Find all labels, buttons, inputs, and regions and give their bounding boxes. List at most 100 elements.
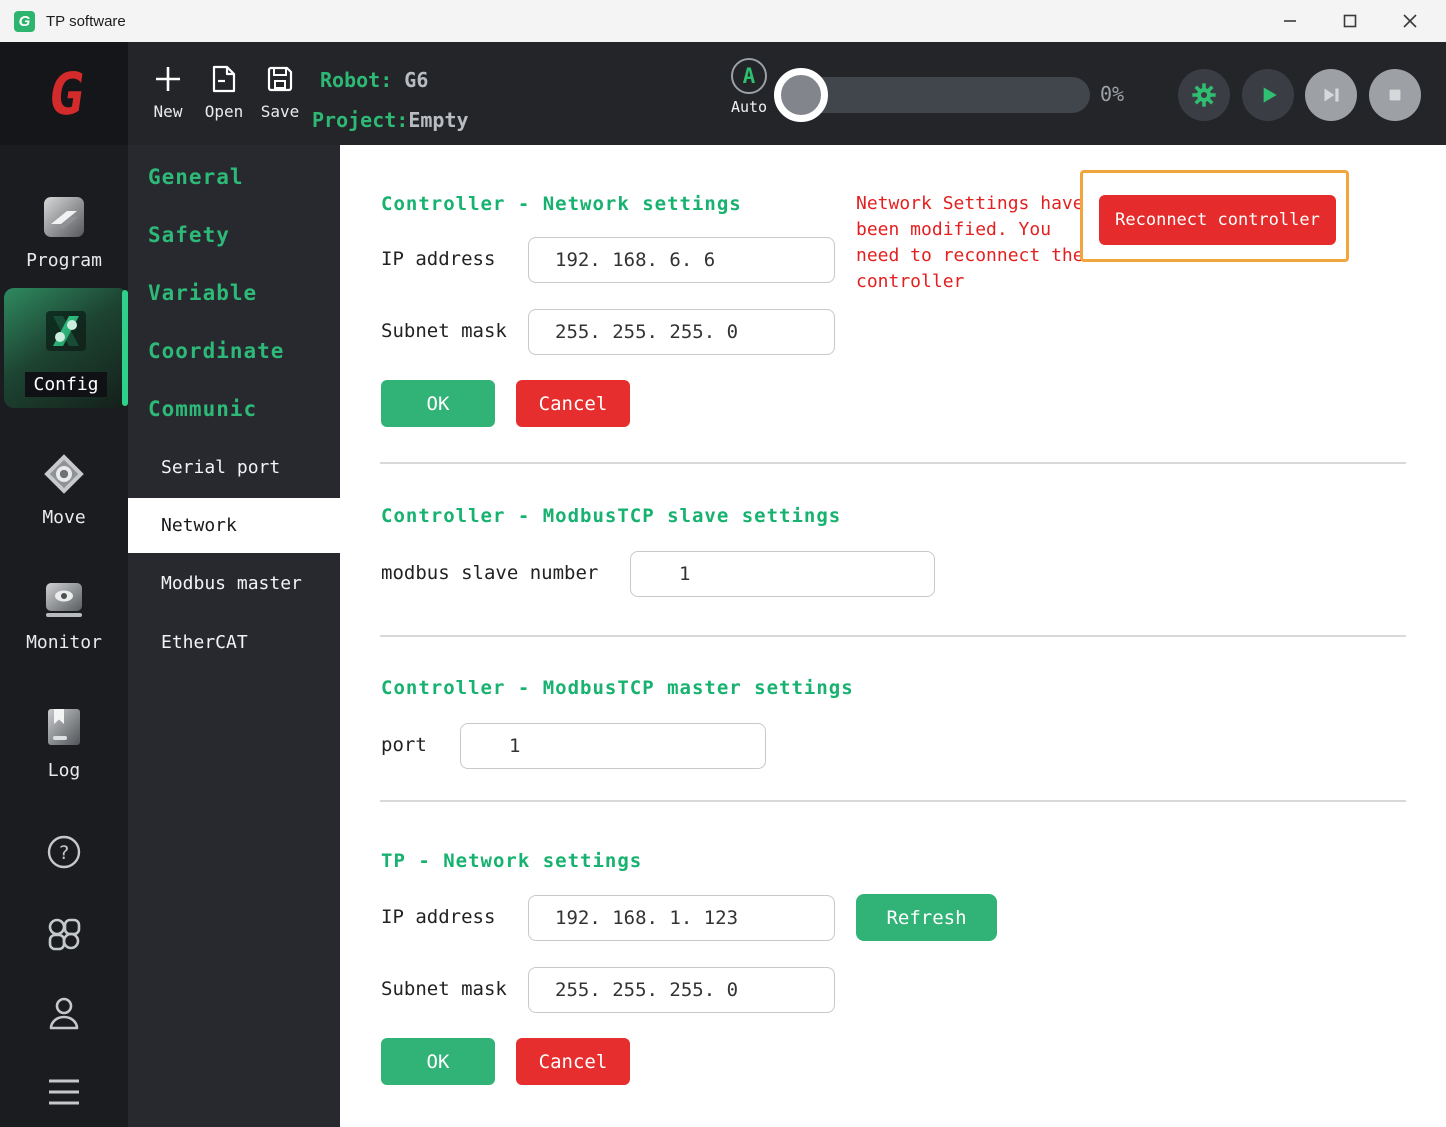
reconnect-highlight-box: Reconnect controller: [1080, 170, 1349, 262]
minimize-button[interactable]: [1260, 0, 1320, 42]
svg-text:?: ?: [58, 842, 69, 864]
tp-subnet-mask-label: Subnet mask: [381, 978, 507, 1000]
subnet-mask-label: Subnet mask: [381, 320, 507, 342]
modbus-slave-number-label: modbus slave number: [381, 562, 598, 584]
menu-item-safety[interactable]: Safety: [148, 223, 230, 247]
sidebar-item-monitor[interactable]: Monitor: [0, 572, 128, 653]
monitor-icon: [37, 572, 91, 626]
help-button[interactable]: ?: [0, 832, 128, 872]
mode-toggle[interactable]: A Auto: [726, 58, 772, 116]
modbus-slave-title: Controller - ModbusTCP slave settings: [381, 505, 841, 527]
maximize-icon: [1343, 14, 1357, 28]
save-button[interactable]: Save: [250, 64, 310, 121]
section-divider: [380, 635, 1406, 637]
sidebar-item-config[interactable]: Config: [4, 288, 128, 408]
move-icon: [37, 447, 91, 501]
close-icon: [1403, 14, 1417, 28]
minimize-icon: [1283, 14, 1297, 28]
sidebar-item-label: Move: [42, 507, 85, 528]
sidebar-item-label: Monitor: [26, 632, 102, 653]
robot-value: G6: [404, 68, 428, 92]
save-icon: [265, 64, 295, 94]
section-divider: [380, 462, 1406, 464]
app-logo-icon: G: [14, 11, 35, 32]
auto-mode-label: Auto: [726, 98, 772, 116]
close-button[interactable]: [1380, 0, 1440, 42]
titlebar: G TP software: [0, 0, 1446, 42]
network-warning-text: Network Settings have been modified. You…: [856, 191, 1084, 295]
open-button[interactable]: Open: [194, 64, 254, 121]
menu-button[interactable]: [0, 1072, 128, 1112]
project-value: Empty: [408, 108, 468, 132]
sidebar-item-log[interactable]: Log: [0, 700, 128, 781]
ip-address-input[interactable]: [528, 237, 835, 283]
speed-slider[interactable]: [776, 77, 1090, 113]
play-icon: [1255, 82, 1281, 108]
menu-item-ethercat[interactable]: EtherCAT: [161, 632, 248, 653]
apps-button[interactable]: [0, 912, 128, 956]
primary-sidebar: G Program Config: [0, 42, 128, 1127]
reconnect-controller-button[interactable]: Reconnect controller: [1099, 195, 1336, 245]
port-label: port: [381, 734, 427, 756]
stop-button[interactable]: [1369, 69, 1421, 121]
brand-logo-icon: G: [0, 42, 128, 145]
maximize-button[interactable]: [1320, 0, 1380, 42]
menu-item-communic[interactable]: Communic: [148, 397, 257, 421]
app-window: G TP software G Program: [0, 0, 1446, 1127]
window-controls: [1260, 0, 1440, 42]
log-icon: [37, 700, 91, 754]
project-label: Project:: [312, 108, 408, 132]
sidebar-item-label: Program: [26, 250, 102, 271]
controller-network-ok-button[interactable]: OK: [381, 380, 495, 427]
controller-network-title: Controller - Network settings: [381, 193, 742, 215]
tp-ip-address-label: IP address: [381, 906, 495, 928]
open-label: Open: [205, 102, 244, 121]
speed-slider-knob[interactable]: [774, 68, 828, 122]
modbus-master-title: Controller - ModbusTCP master settings: [381, 677, 854, 699]
config-icon: [39, 304, 93, 358]
subnet-mask-input[interactable]: [528, 309, 835, 355]
sidebar-item-label: Config: [25, 372, 106, 397]
tp-network-cancel-button[interactable]: Cancel: [516, 1038, 630, 1085]
menu-item-network[interactable]: Network: [128, 498, 340, 553]
ip-address-label: IP address: [381, 248, 495, 270]
menu-item-modbus-master[interactable]: Modbus master: [161, 573, 302, 594]
stop-icon: [1382, 82, 1408, 108]
save-label: Save: [261, 102, 300, 121]
section-divider: [380, 800, 1406, 802]
tp-network-ok-button[interactable]: OK: [381, 1038, 495, 1085]
menu-item-serial-port[interactable]: Serial port: [161, 457, 280, 478]
program-icon: [37, 190, 91, 244]
new-button[interactable]: New: [138, 64, 198, 121]
user-button[interactable]: [0, 992, 128, 1036]
open-file-icon: [209, 64, 239, 94]
port-input[interactable]: [460, 723, 766, 769]
modbus-slave-number-input[interactable]: [630, 551, 935, 597]
menu-item-general[interactable]: General: [148, 165, 244, 189]
menu-item-variable[interactable]: Variable: [148, 281, 257, 305]
apps-icon: [42, 912, 86, 956]
speed-value: 0%: [1100, 82, 1124, 106]
menu-item-coordinate[interactable]: Coordinate: [148, 339, 284, 363]
window-title: TP software: [46, 13, 126, 30]
user-icon: [42, 992, 86, 1036]
step-button[interactable]: [1305, 69, 1357, 121]
refresh-button[interactable]: Refresh: [856, 894, 997, 941]
auto-mode-icon: A: [731, 58, 767, 94]
step-icon: [1318, 82, 1344, 108]
top-toolbar: New Open Save Robot: G6 Project:Empty: [128, 42, 1446, 145]
run-button[interactable]: [1242, 69, 1294, 121]
sidebar-item-program[interactable]: Program: [0, 190, 128, 271]
sidebar-item-move[interactable]: Move: [0, 447, 128, 528]
menu-icon: [42, 1072, 86, 1112]
new-label: New: [154, 102, 183, 121]
gear-icon: [1190, 81, 1218, 109]
settings-button[interactable]: [1178, 69, 1230, 121]
controller-network-cancel-button[interactable]: Cancel: [516, 380, 630, 427]
help-icon: ?: [44, 832, 84, 872]
main-content: Controller - Network settings Network Se…: [340, 145, 1446, 1127]
tp-network-title: TP - Network settings: [381, 850, 642, 872]
tp-ip-address-input[interactable]: [528, 895, 835, 941]
project-status: Project:Empty: [312, 108, 469, 132]
tp-subnet-mask-input[interactable]: [528, 967, 835, 1013]
